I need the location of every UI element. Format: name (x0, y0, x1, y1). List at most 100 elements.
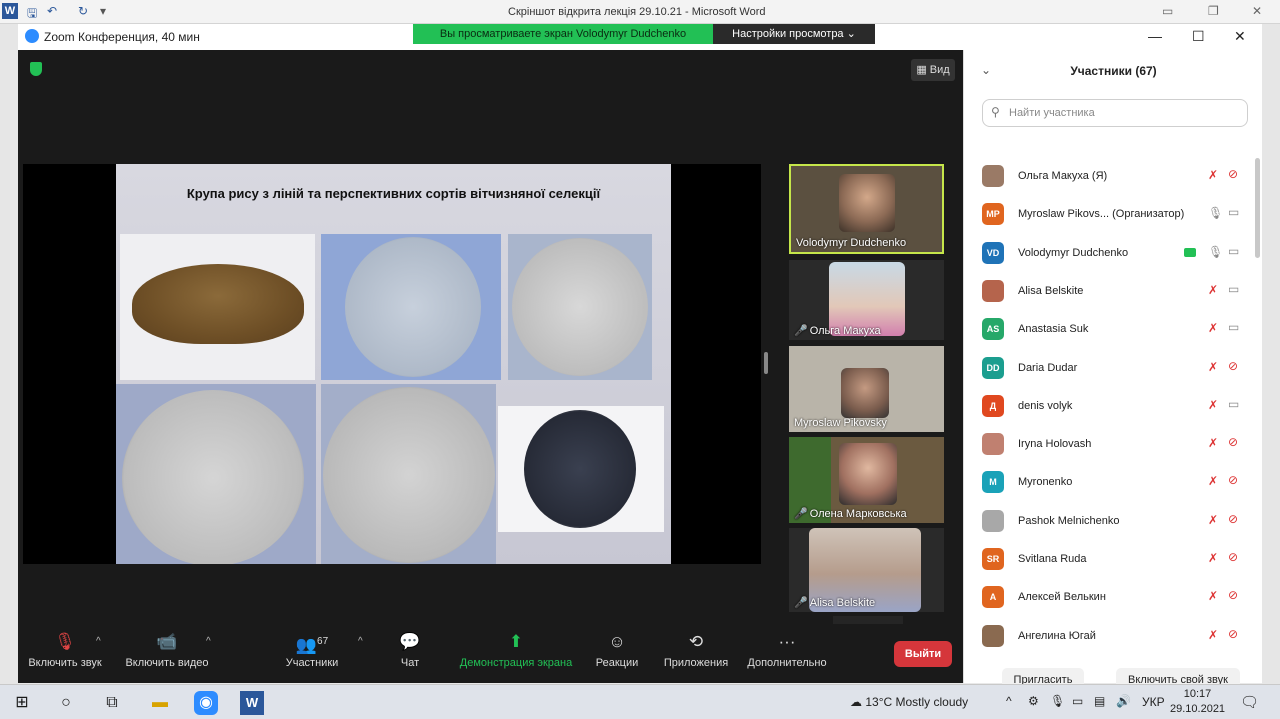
tray-chevron-icon[interactable]: ^ (1006, 694, 1012, 708)
more-button[interactable]: ··· Дополнительно (742, 632, 832, 669)
participant-name: Алексей Велькин (1018, 591, 1106, 604)
participant-row[interactable]: А Алексей Велькин ✗ ⊘ (964, 578, 1254, 616)
camera-off-icon: ⊘ (1228, 358, 1239, 373)
participant-name: Svitlana Ruda (1018, 553, 1087, 565)
gallery-tile-olga[interactable]: 🎤 Ольга Макуха (789, 260, 944, 340)
weather-widget[interactable]: ☁ 13°C Mostly cloudy (850, 695, 968, 709)
gallery-name: Myroslaw Pikovsky (794, 417, 887, 429)
gallery-tile-myroslaw[interactable]: Myroslaw Pikovsky (789, 346, 944, 432)
view-settings-button[interactable]: Настройки просмотра ⌄ (713, 24, 875, 44)
minimize-icon[interactable]: — (1148, 28, 1162, 44)
view-button-label: Вид (929, 64, 950, 76)
participant-row[interactable]: SR Svitlana Ruda ✗ ⊘ (964, 540, 1254, 578)
tray-mic-icon[interactable]: 🎙 (1050, 694, 1065, 708)
share-screen-label: Демонстрация экрана (459, 657, 573, 669)
language-indicator[interactable]: УКР (1142, 695, 1165, 709)
task-view-icon[interactable]: ⧉ (100, 691, 124, 715)
word-ribbon-icon[interactable]: ▭ (1162, 4, 1173, 18)
leave-button[interactable]: Выйти (894, 641, 952, 667)
zoom-taskbar-icon[interactable]: ◉ (194, 691, 218, 715)
unmute-button[interactable]: 🎙 Включить звук (24, 632, 106, 669)
muted-mic-icon: ✗ (1208, 551, 1219, 565)
more-label: Дополнительно (747, 657, 827, 669)
save-icon[interactable]: 🖫 (27, 4, 37, 25)
clock-time: 10:17 (1183, 688, 1212, 700)
share-screen-button[interactable]: ⬆ Демонстрация экрана (454, 632, 578, 669)
participant-search-input[interactable]: ⚲ Найти участника (982, 99, 1248, 127)
participant-name: Myronenko (1018, 476, 1073, 489)
file-explorer-icon[interactable]: ▬ (148, 691, 172, 715)
participant-row[interactable]: Ангелина Югай ✗ ⊘ (964, 617, 1254, 655)
apps-label: Приложения (663, 657, 729, 669)
meeting-area: ▦ Вид Крупа рису з ліній та перспективни… (18, 50, 963, 646)
participant-row[interactable]: Alisa Belskite ✗ ▭ (964, 272, 1254, 310)
reactions-label: Реакции (595, 657, 639, 669)
gallery-tile-alisa[interactable]: 🎤 Alisa Belskite (789, 528, 944, 612)
gallery-tile-olena[interactable]: 🎤 Олена Марковська (789, 437, 944, 523)
chat-button[interactable]: 💬 Чат (390, 632, 430, 669)
audio-options-chevron-icon[interactable]: ^ (96, 636, 101, 647)
participants-options-chevron-icon[interactable]: ^ (358, 636, 363, 647)
participant-list-scrollbar[interactable] (1255, 158, 1260, 258)
clock[interactable]: 10:17 29.10.2021 (1170, 687, 1225, 717)
avatar: VD (982, 241, 1004, 264)
shared-screen[interactable]: Крупа рису з ліній та перспективних сорт… (23, 164, 761, 564)
search-icon: ⚲ (991, 105, 1000, 119)
participant-row[interactable]: AS Anastasia Suk ✗ ▭ (964, 310, 1254, 348)
customize-toolbar-icon[interactable]: ▾ (100, 4, 106, 18)
apps-icon: ⟲ (688, 632, 704, 651)
video-options-chevron-icon[interactable]: ^ (206, 636, 211, 647)
participant-name: Volodymyr Dudchenko (1018, 246, 1129, 259)
gallery-tile-volodymyr[interactable]: Volodymyr Dudchenko (789, 164, 944, 254)
view-button[interactable]: ▦ Вид (911, 59, 955, 81)
participant-row[interactable]: Ольга Макуха (Я) ✗ ⊘ (964, 157, 1254, 195)
participant-row[interactable]: Pashok Melnichenko ✗ ⊘ (964, 502, 1254, 540)
volume-icon[interactable]: 🔊 (1116, 694, 1131, 708)
participant-row[interactable]: MP Myroslaw Pikovs... (Организатор) 🎙 ▭ (964, 195, 1254, 233)
share-banner: Вы просматриваете экран Volodymyr Dudche… (413, 24, 713, 44)
participant-row[interactable]: VD Volodymyr Dudchenko 🎙 ▭ (964, 234, 1254, 272)
search-circle-icon[interactable]: ○ (54, 691, 78, 715)
encryption-shield-icon[interactable] (30, 62, 42, 76)
close-icon[interactable]: ✕ (1234, 28, 1246, 45)
presentation-slide: Крупа рису з ліній та перспективних сорт… (116, 164, 671, 564)
apps-button[interactable]: ⟲ Приложения (658, 632, 734, 669)
reactions-button[interactable]: ☺ Реакции (590, 632, 644, 669)
muted-mic-icon: ✗ (1208, 627, 1219, 642)
word-close-icon[interactable]: ✕ (1252, 4, 1262, 18)
windows-start-icon[interactable]: ⊞ (10, 691, 34, 715)
network-icon[interactable]: ▤ (1094, 694, 1105, 708)
participant-row[interactable]: M Myronenko ✗ ⊘ (964, 463, 1254, 501)
word-restore-icon[interactable]: ❐ (1208, 4, 1219, 18)
muted-mic-icon: ✗ (1208, 474, 1219, 489)
avatar: А (982, 586, 1004, 609)
participant-row[interactable]: Дdenis volyk ✗ ▭ (964, 387, 1254, 425)
word-left-strip (0, 24, 18, 684)
participant-name: denis volyk (1018, 399, 1073, 412)
view-settings-label: Настройки просмотра (732, 28, 844, 40)
redo-icon[interactable]: ↻ (78, 4, 88, 18)
camera-off-icon: ⊘ (1228, 511, 1239, 526)
undo-icon[interactable]: ↶ (47, 4, 57, 18)
panel-title: Участники (67) (1070, 64, 1157, 78)
tray-settings-icon[interactable]: ⚙ (1028, 694, 1039, 708)
participant-row[interactable]: DD Daria Dudar ✗ ⊘ (964, 349, 1254, 387)
participants-button[interactable]: 👥67 Участники (280, 632, 344, 669)
start-video-button[interactable]: 📹 Включить видео (122, 632, 212, 669)
word-titlebar: W 🖫 ↶ ↻ ▾ Скріншот відкрита лекція 29.10… (0, 0, 1280, 24)
avatar (982, 433, 1004, 456)
battery-icon[interactable]: ▭ (1072, 694, 1083, 708)
maximize-icon[interactable]: ☐ (1192, 28, 1205, 45)
avatar: MP (982, 203, 1004, 226)
muted-mic-icon: 🎙 (54, 632, 76, 651)
participants-icon: 👥67 (295, 635, 329, 655)
gallery-name: Ольга Макуха (809, 325, 881, 337)
camera-icon: ▭ (1228, 320, 1240, 335)
split-drag-handle[interactable] (764, 352, 768, 374)
word-taskbar-icon[interactable]: W (240, 691, 264, 715)
participant-name: Ангелина Югай (1018, 629, 1096, 642)
notifications-icon[interactable]: 🗨 (1240, 693, 1259, 711)
participant-row[interactable]: Iryna Holovash ✗ ⊘ (964, 425, 1254, 463)
zoom-window-title: Zoom Конференция, 40 мин (44, 30, 200, 44)
more-icon: ··· (778, 632, 796, 651)
